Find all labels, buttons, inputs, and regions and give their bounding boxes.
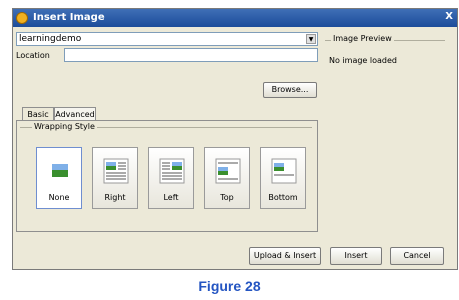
close-icon[interactable]: X bbox=[445, 11, 453, 22]
wrap-none-label: None bbox=[48, 193, 70, 202]
wrap-left-button[interactable]: Left bbox=[148, 147, 194, 209]
chevron-down-icon[interactable]: ▼ bbox=[306, 34, 316, 44]
location-input[interactable] bbox=[64, 48, 318, 62]
wrap-right-button[interactable]: Right bbox=[92, 147, 138, 209]
image-select-dropdown[interactable]: learningdemo ▼ bbox=[16, 32, 318, 46]
wrap-none-button[interactable]: None bbox=[36, 147, 82, 209]
wrapping-style-title: Wrapping Style bbox=[32, 122, 97, 131]
tab-basic[interactable]: Basic bbox=[22, 107, 54, 121]
tab-advanced[interactable]: Advanced bbox=[54, 107, 96, 121]
wrap-top-icon bbox=[215, 158, 241, 184]
wrap-top-button[interactable]: Top bbox=[204, 147, 250, 209]
image-preview-title: Image Preview bbox=[331, 34, 394, 43]
cancel-button[interactable]: Cancel bbox=[390, 247, 444, 265]
wrap-top-label: Top bbox=[220, 193, 234, 202]
browse-button[interactable]: Browse... bbox=[263, 82, 317, 98]
wrap-bottom-icon bbox=[271, 158, 297, 184]
image-select-value: learningdemo bbox=[19, 34, 82, 44]
figure-caption: Figure 28 bbox=[198, 278, 261, 294]
wrap-left-label: Left bbox=[163, 193, 179, 202]
upload-insert-button[interactable]: Upload & Insert bbox=[249, 247, 321, 265]
image-preview-group bbox=[325, 40, 445, 238]
wrap-left-icon bbox=[159, 158, 185, 184]
wrap-bottom-label: Bottom bbox=[268, 193, 298, 202]
wrap-right-icon bbox=[103, 158, 129, 184]
location-label: Location bbox=[16, 51, 50, 60]
wrap-bottom-button[interactable]: Bottom bbox=[260, 147, 306, 209]
image-preview-status: No image loaded bbox=[329, 56, 397, 65]
app-icon bbox=[16, 12, 28, 24]
wrap-none-icon bbox=[52, 164, 68, 177]
wrap-right-label: Right bbox=[104, 193, 126, 202]
title-bar[interactable]: Insert Image X bbox=[13, 9, 457, 27]
window-title: Insert Image bbox=[33, 12, 105, 23]
insert-button[interactable]: Insert bbox=[330, 247, 382, 265]
